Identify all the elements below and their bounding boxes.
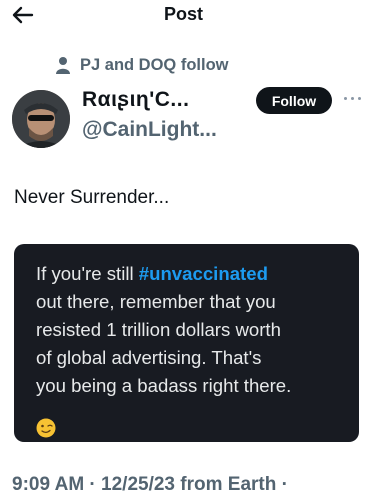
social-context-text: PJ and DOQ follow bbox=[80, 56, 229, 74]
card-line-3: resisted 1 trillion dollars worth bbox=[36, 319, 281, 340]
person-icon bbox=[56, 56, 70, 74]
post-text: Never Surrender... bbox=[14, 187, 170, 208]
post-timestamp[interactable]: 9:09 AM · 12/25/23 from Earth · bbox=[12, 474, 288, 496]
card-line-5: you being a badass right there. bbox=[36, 375, 292, 396]
card-line-1a: If you're still bbox=[36, 263, 139, 284]
card-line-2: out there, remember that you bbox=[36, 291, 276, 312]
winking-face-icon bbox=[36, 418, 56, 438]
more-options-icon[interactable] bbox=[343, 92, 363, 106]
card-line-4: of global advertising. That's bbox=[36, 347, 262, 368]
author-name[interactable]: Rαιʂιɳ'C... bbox=[82, 88, 189, 112]
image-card[interactable]: If you're still #unvaccinated out there,… bbox=[14, 244, 359, 442]
avatar[interactable] bbox=[12, 90, 70, 148]
follow-button[interactable]: Follow bbox=[256, 87, 332, 114]
card-text: If you're still #unvaccinated out there,… bbox=[36, 260, 356, 400]
social-context[interactable]: PJ and DOQ follow bbox=[56, 56, 229, 75]
avatar-image bbox=[12, 90, 70, 148]
page-title: Post bbox=[163, 4, 203, 24]
author-handle[interactable]: @CainLight... bbox=[82, 118, 217, 142]
hashtag-link[interactable]: #unvaccinated bbox=[139, 263, 268, 284]
top-bar: Post bbox=[0, 0, 367, 34]
